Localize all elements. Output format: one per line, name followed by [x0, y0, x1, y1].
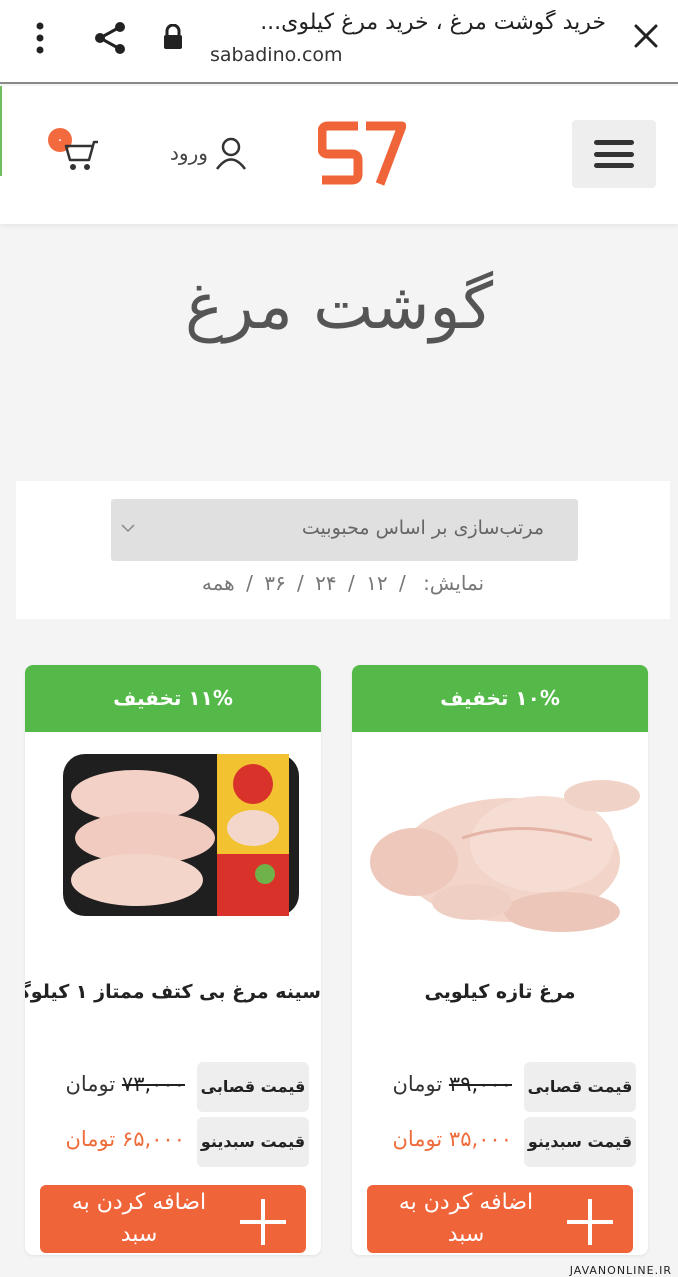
plus-icon — [240, 1199, 286, 1245]
tab-title: خرید گوشت مرغ ، خرید مرغ کیلوی... — [260, 10, 606, 35]
product-card[interactable]: ۱۰% تخفیف مرغ تازه کیلویی قیمت قصابی ۳۹,… — [352, 665, 648, 1255]
browser-toolbar: خرید گوشت مرغ ، خرید مرغ کیلوی... sabadi… — [0, 0, 678, 84]
sabadino-price-label: قیمت سبدینو — [197, 1117, 309, 1167]
butcher-price-label: قیمت قصابی — [197, 1062, 309, 1112]
currency: تومان — [65, 1072, 116, 1096]
sort-selected-value: مرتب‌سازی بر اساس محبوبیت — [301, 517, 544, 539]
share-icon[interactable] — [92, 20, 128, 56]
sabadino-price-value: ۳۵,۰۰۰ تومان — [392, 1127, 512, 1151]
sort-select[interactable]: مرتب‌سازی بر اساس محبوبیت — [111, 499, 578, 561]
add-to-cart-label: اضافه کردن به سبد — [71, 1190, 207, 1247]
currency: تومان — [392, 1127, 443, 1151]
product-image-whole-chicken[interactable] — [352, 744, 648, 944]
currency: تومان — [392, 1072, 443, 1096]
product-name[interactable]: مرغ تازه کیلویی — [352, 981, 648, 1003]
user-icon — [215, 137, 246, 170]
product-image-chicken-breast[interactable] — [25, 744, 321, 944]
chevron-down-icon — [121, 524, 135, 533]
display-option-12[interactable]: ۱۲ — [366, 571, 387, 595]
watermark: JAVANONLINE.IR — [569, 1264, 672, 1277]
cart-button[interactable]: ۰ — [48, 128, 104, 174]
old-price: ۷۳,۰۰۰ — [121, 1072, 185, 1096]
sabadino-price-row: قیمت سبدینو ۳۵,۰۰۰ تومان — [352, 1117, 648, 1167]
currency: تومان — [65, 1127, 116, 1151]
hamburger-menu-button[interactable] — [572, 120, 656, 188]
sort-panel: مرتب‌سازی بر اساس محبوبیت نمایش: / ۱۲ / … — [16, 481, 670, 619]
butcher-price-row: قیمت قصابی ۷۳,۰۰۰ تومان — [25, 1062, 321, 1112]
old-price: ۳۹,۰۰۰ — [448, 1072, 512, 1096]
header-edge — [0, 86, 2, 176]
current-price: ۳۵,۰۰۰ — [448, 1127, 512, 1151]
product-name[interactable]: سینه مرغ بی کتف ممتاز ۱ کیلوگرم — [25, 981, 321, 1003]
display-option-36[interactable]: ۳۶ — [264, 571, 285, 595]
display-option-all[interactable]: همه — [202, 571, 235, 595]
more-options-icon[interactable] — [30, 20, 50, 56]
chicken-breast-tray-illustration — [63, 754, 299, 916]
plus-icon — [567, 1199, 613, 1245]
display-count-selector: نمایش: / ۱۲ / ۲۴ / ۳۶ / همه — [201, 571, 485, 595]
url-text[interactable]: sabadino.com — [210, 44, 343, 66]
sabadino-price-row: قیمت سبدینو ۶۵,۰۰۰ تومان — [25, 1117, 321, 1167]
butcher-price-value: ۳۹,۰۰۰ تومان — [392, 1072, 512, 1096]
current-price: ۶۵,۰۰۰ — [121, 1127, 185, 1151]
login-link[interactable]: ورود — [170, 136, 248, 170]
page-title: گوشت مرغ — [184, 270, 494, 344]
hamburger-icon — [594, 140, 634, 168]
butcher-price-row: قیمت قصابی ۳۹,۰۰۰ تومان — [352, 1062, 648, 1112]
whole-chicken-illustration — [370, 780, 640, 932]
login-label: ورود — [170, 141, 208, 165]
sabadino-price-label: قیمت سبدینو — [524, 1117, 636, 1167]
butcher-price-label: قیمت قصابی — [524, 1062, 636, 1112]
butcher-price-value: ۷۳,۰۰۰ تومان — [65, 1072, 185, 1096]
discount-badge: ۱۱% تخفیف — [25, 665, 321, 732]
sabadino-price-value: ۶۵,۰۰۰ تومان — [65, 1127, 185, 1151]
display-option-24[interactable]: ۲۴ — [315, 571, 336, 595]
add-to-cart-label: اضافه کردن به سبد — [398, 1190, 534, 1247]
close-icon[interactable] — [632, 22, 660, 50]
site-header: ورود ۰ — [0, 86, 678, 224]
lock-icon — [164, 24, 182, 49]
discount-badge: ۱۰% تخفیف — [352, 665, 648, 732]
add-to-cart-button[interactable]: اضافه کردن به سبد — [40, 1185, 306, 1253]
product-card[interactable]: ۱۱% تخفیف سینه مرغ بی کتف ممتاز ۱ کیلوگر… — [25, 665, 321, 1255]
display-label: نمایش: — [423, 571, 485, 595]
site-logo[interactable] — [318, 118, 406, 188]
cart-icon — [64, 140, 98, 170]
add-to-cart-button[interactable]: اضافه کردن به سبد — [367, 1185, 633, 1253]
